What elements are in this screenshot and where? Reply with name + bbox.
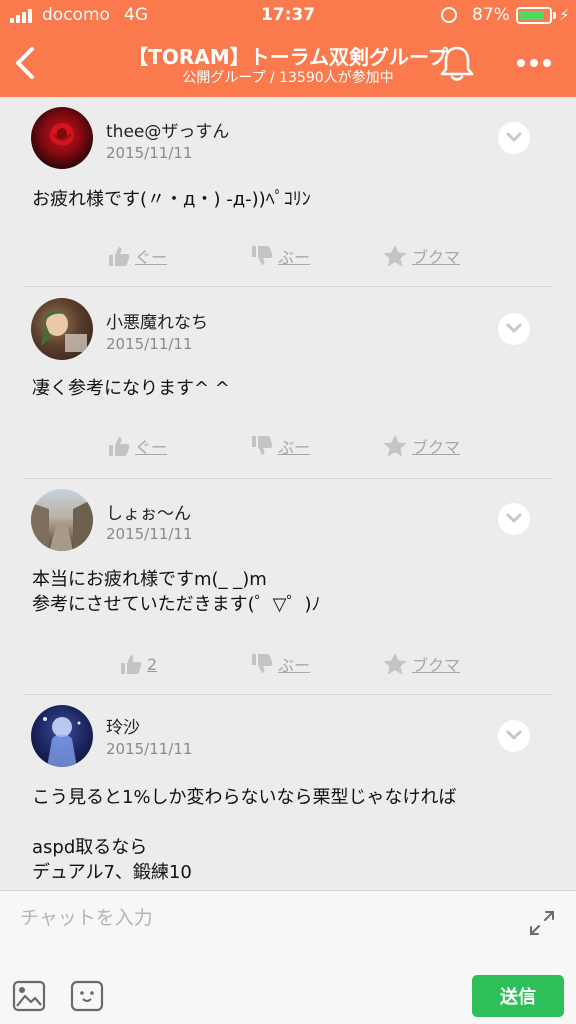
group-title: 【TORAM】トーラム双剣グループ (128, 45, 448, 69)
like-button[interactable]: 2 (119, 650, 157, 678)
comment-line: こう見ると1%しか変わらないなら栗型じゃなければ (32, 787, 457, 808)
comment-text: こう見ると1%しか変わらないなら栗型じゃなければ aspd取るなら デュアル7、… (32, 785, 542, 885)
sticker-button[interactable] (70, 979, 104, 1013)
chevron-down-icon (506, 323, 522, 333)
image-attach-button[interactable] (12, 979, 46, 1013)
chevron-down-icon (506, 132, 522, 142)
bookmark-label: ブクマ (412, 248, 461, 267)
anime-character-icon (43, 717, 81, 767)
comment-line: aspd取るなら (32, 837, 148, 858)
more-dots-icon (517, 59, 551, 67)
chevron-down-icon (506, 730, 522, 740)
comment-feed[interactable]: thee@ザっすん 2015/11/11 お疲れ様です(〃・д・) -д-))ﾍ… (0, 97, 576, 890)
orientation-lock-icon (441, 7, 457, 23)
comment-line: デュアル7、鍛練10 (32, 862, 192, 883)
comment-line: 凄く参考になります^ ^ (32, 378, 230, 399)
smiley-icon (70, 980, 104, 1012)
dislike-label: ぶー (278, 656, 311, 675)
bell-icon (440, 46, 474, 81)
more-options-button[interactable] (512, 50, 556, 76)
like-button[interactable]: ぐー (107, 432, 167, 460)
comment-text: 凄く参考になります^ ^ (32, 376, 542, 401)
app-header: docomo 4G 17:37 87% ⚡ 【TORAM】トーラム双剣グループ … (0, 0, 576, 97)
comment-menu-button[interactable] (498, 720, 530, 752)
comment-line: 本当にお疲れ様ですm(_ _)m (32, 569, 267, 590)
username: しょぉ〜ん (106, 504, 191, 524)
expand-arrows-icon (530, 911, 554, 935)
star-icon (383, 653, 407, 675)
comment-menu-button[interactable] (498, 122, 530, 154)
bookmark-button[interactable]: ブクマ (382, 432, 460, 460)
comment-line: お疲れ様です(〃・д・) -д-))ﾍﾟｺﾘﾝ (32, 189, 311, 210)
thumbs-down-icon (252, 436, 273, 455)
thumbs-down-icon (252, 654, 273, 673)
post-date: 2015/11/11 (106, 740, 193, 758)
rose-icon (50, 123, 74, 146)
group-subtitle: 公開グループ / 13590人が参加中 (182, 70, 394, 86)
dislike-button[interactable]: ぶー (250, 650, 310, 678)
post-date: 2015/11/11 (106, 335, 193, 353)
bookmark-button[interactable]: ブクマ (382, 650, 460, 678)
user-avatar[interactable] (31, 705, 93, 767)
comment-text: 本当にお疲れ様ですm(_ _)m 参考にさせていただきます(゜▽゜)ﾉ (32, 567, 542, 617)
comment-item: 玲沙 2015/11/11 こう見ると1%しか変わらないなら栗型じゃなければ a… (0, 695, 576, 890)
star-icon (383, 435, 407, 457)
dislike-label: ぶー (278, 248, 311, 267)
comment-blank-line (32, 810, 542, 835)
bookmark-label: ブクマ (412, 438, 461, 457)
username: 小悪魔れなち (106, 313, 208, 333)
like-count: 2 (147, 654, 158, 674)
like-label: ぐー (135, 438, 168, 457)
anime-character-icon (41, 310, 87, 352)
comment-menu-button[interactable] (498, 313, 530, 345)
comment-item: thee@ザっすん 2015/11/11 お疲れ様です(〃・д・) -д-))ﾍ… (0, 97, 576, 287)
send-button[interactable]: 送信 (472, 975, 564, 1017)
like-button[interactable]: ぐー (107, 242, 167, 270)
bookmark-label: ブクマ (412, 656, 461, 675)
dislike-button[interactable]: ぶー (250, 432, 310, 460)
thumbs-up-icon (109, 247, 130, 266)
user-avatar[interactable] (31, 107, 93, 169)
dislike-button[interactable]: ぶー (250, 242, 310, 270)
like-label: ぐー (135, 248, 168, 267)
thumbs-up-icon (121, 655, 142, 674)
chat-input[interactable] (0, 891, 520, 945)
battery-icon (516, 7, 552, 24)
comment-text: お疲れ様です(〃・д・) -д-))ﾍﾟｺﾘﾝ (32, 187, 542, 212)
chevron-down-icon (506, 513, 522, 523)
image-icon (12, 980, 46, 1012)
notification-button[interactable] (436, 44, 478, 82)
star-icon (383, 245, 407, 267)
battery-tip (553, 12, 556, 19)
battery-percent: 87% (472, 5, 510, 25)
status-bar: docomo 4G 17:37 87% ⚡ (0, 0, 576, 30)
username: 玲沙 (106, 718, 140, 738)
charging-bolt-icon: ⚡ (559, 6, 570, 24)
comment-item: 小悪魔れなち 2015/11/11 凄く参考になります^ ^ ぐー ぶー ブクマ (0, 287, 576, 478)
thumbs-down-icon (252, 246, 273, 265)
chat-input-bar: 送信 (0, 890, 576, 1024)
expand-input-button[interactable] (528, 909, 556, 937)
thumbs-up-icon (109, 437, 130, 456)
dislike-label: ぶー (278, 438, 311, 457)
username: thee@ザっすん (106, 122, 230, 142)
bookmark-button[interactable]: ブクマ (382, 242, 460, 270)
street-photo-icon (31, 499, 93, 551)
comment-line: 参考にさせていただきます(゜▽゜)ﾉ (32, 594, 321, 615)
post-date: 2015/11/11 (106, 525, 193, 543)
user-avatar[interactable] (31, 489, 93, 551)
battery-level-fill (520, 11, 545, 20)
comment-menu-button[interactable] (498, 503, 530, 535)
user-avatar[interactable] (31, 298, 93, 360)
post-date: 2015/11/11 (106, 144, 193, 162)
